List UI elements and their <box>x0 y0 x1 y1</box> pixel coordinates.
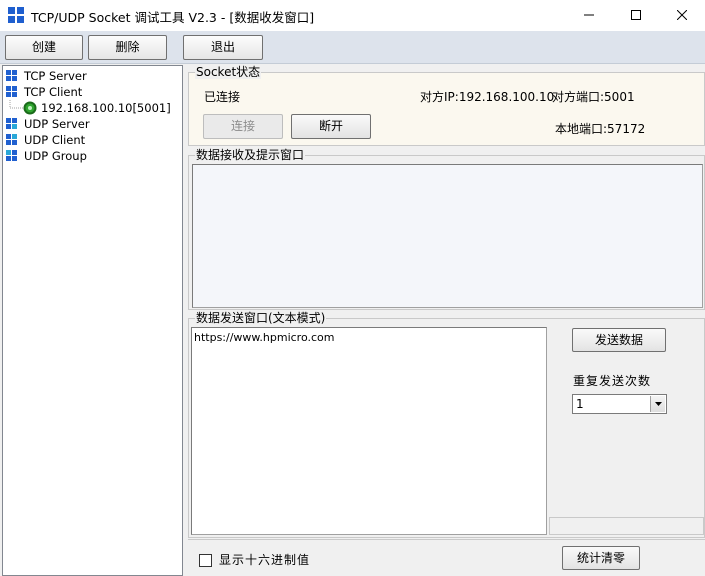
tree-item-tcp-server[interactable]: TCP Server <box>5 68 181 84</box>
remote-ip: 对方IP:192.168.100.10 <box>420 90 555 104</box>
send-status-strip <box>549 517 704 535</box>
hex-checkbox[interactable] <box>199 554 212 567</box>
connect-button[interactable]: 连接 <box>203 114 283 139</box>
tree-item-udp-client[interactable]: UDP Client <box>5 132 181 148</box>
repeat-count-value: 1 <box>576 397 584 411</box>
hex-label: 显示十六进制值 <box>219 553 311 567</box>
close-button[interactable] <box>659 0 705 31</box>
clear-stats-button[interactable]: 统计清零 <box>562 546 640 570</box>
local-port: 本地端口:57172 <box>555 122 646 136</box>
send-data-button[interactable]: 发送数据 <box>572 328 666 352</box>
connected-status-icon <box>23 101 37 115</box>
group-title: 数据接收及提示窗口 <box>195 148 306 162</box>
network-icon <box>6 118 18 130</box>
tree-item-udp-server[interactable]: UDP Server <box>5 116 181 132</box>
receive-group: 数据接收及提示窗口 <box>188 148 705 310</box>
connection-tree[interactable]: TCP Server TCP Client 192.168.100.10[500… <box>2 65 183 576</box>
connection-state: 已连接 <box>204 90 241 104</box>
minimize-icon <box>584 14 594 16</box>
tree-item-label: TCP Server <box>24 69 87 83</box>
group-title: 数据发送窗口(文本模式) <box>195 311 327 325</box>
minimize-button[interactable] <box>566 0 612 31</box>
repeat-count-select[interactable]: 1 <box>572 394 667 414</box>
tree-item-label: UDP Server <box>24 117 90 131</box>
tree-item-tcp-client[interactable]: TCP Client <box>5 84 181 100</box>
exit-button[interactable]: 退出 <box>183 35 263 60</box>
tree-item-label: TCP Client <box>24 85 83 99</box>
tree-item-label: 192.168.100.10[5001] <box>41 101 171 115</box>
group-title: Socket状态 <box>195 65 262 79</box>
network-icon <box>6 70 18 82</box>
remote-port: 对方端口:5001 <box>552 90 635 104</box>
network-icon <box>6 134 18 146</box>
socket-status-group: Socket状态 已连接 对方IP:192.168.100.10 对方端口:50… <box>188 65 705 146</box>
maximize-icon <box>631 10 641 20</box>
disconnect-button[interactable]: 断开 <box>291 114 371 139</box>
title-bar: TCP/UDP Socket 调试工具 V2.3 - [数据收发窗口] <box>0 0 705 31</box>
maximize-button[interactable] <box>613 0 659 31</box>
window-title: TCP/UDP Socket 调试工具 V2.3 - [数据收发窗口] <box>31 10 315 25</box>
send-group: 数据发送窗口(文本模式) https://www.hpmicro.com 发送数… <box>188 311 705 538</box>
receive-textarea[interactable] <box>192 164 703 308</box>
tree-item-udp-group[interactable]: UDP Group <box>5 148 181 164</box>
repeat-count-label: 重复发送次数 <box>573 374 652 388</box>
network-icon <box>6 86 18 98</box>
tree-item-label: UDP Group <box>24 149 87 163</box>
footer-bar: 显示十六进制值 统计清零 <box>188 539 705 576</box>
network-icon <box>6 150 18 162</box>
chevron-down-icon[interactable] <box>650 396 665 412</box>
tree-item-label: UDP Client <box>24 133 86 147</box>
close-icon <box>677 10 687 20</box>
app-icon <box>8 7 24 23</box>
tree-item-connection[interactable]: 192.168.100.10[5001] <box>23 100 181 116</box>
delete-button[interactable]: 删除 <box>88 35 167 60</box>
toolbar: 创建 删除 退出 <box>0 31 705 64</box>
create-button[interactable]: 创建 <box>5 35 83 60</box>
send-textarea[interactable]: https://www.hpmicro.com <box>191 327 547 535</box>
